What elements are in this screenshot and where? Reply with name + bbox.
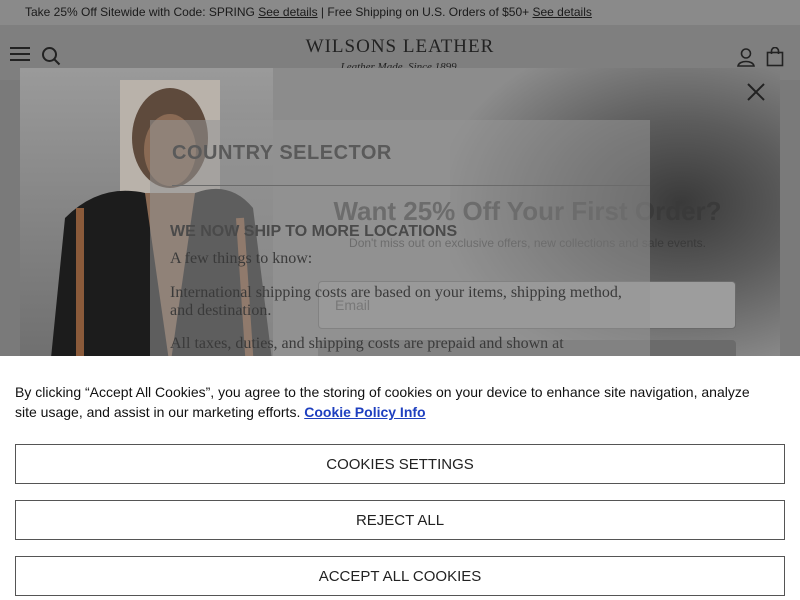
reject-all-button[interactable]: REJECT ALL [15,500,785,540]
brand-logo[interactable]: WILSONS LEATHER [0,36,800,58]
cookie-policy-link[interactable]: Cookie Policy Info [304,404,425,420]
divider [172,185,650,186]
user-icon[interactable] [736,47,756,67]
country-selector-panel: COUNTRY SELECTOR WE NOW SHIP TO MORE LOC… [150,120,650,360]
country-selector-shipping-costs: International shipping costs are based o… [170,284,622,319]
promo-details-link[interactable]: See details [258,5,317,19]
bag-icon[interactable] [766,47,784,67]
cookies-settings-button[interactable]: COOKIES SETTINGS [15,444,785,484]
accept-all-cookies-button[interactable]: ACCEPT ALL COOKIES [15,556,785,596]
country-selector-title: COUNTRY SELECTOR [172,142,392,164]
close-icon[interactable] [744,80,768,104]
promo-bar: Take 25% Off Sitewide with Code: SPRING … [0,0,800,25]
cookie-notice: By clicking “Accept All Cookies”, you ag… [15,382,775,422]
promo-text-discount: Take 25% Off Sitewide with Code: SPRING [25,5,259,19]
country-selector-heading: WE NOW SHIP TO MORE LOCATIONS [170,223,458,240]
shipping-details-link[interactable]: See details [533,5,592,19]
country-selector-intro: A few things to know: [170,250,313,267]
cookie-banner: By clicking “Accept All Cookies”, you ag… [0,356,800,600]
promo-text-shipping: | Free Shipping on U.S. Orders of $50+ [317,5,533,19]
country-selector-taxes: All taxes, duties, and shipping costs ar… [170,335,564,352]
